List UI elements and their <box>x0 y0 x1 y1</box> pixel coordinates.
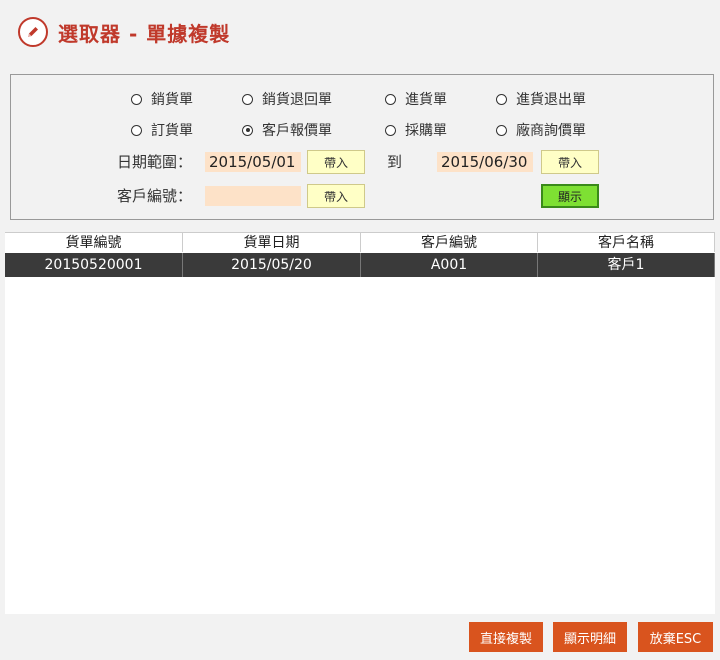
column-header[interactable]: 貨單編號 <box>5 232 183 252</box>
radio-circle-icon <box>242 93 253 105</box>
radio-circle-icon <box>496 124 507 136</box>
radio-checked-icon <box>242 124 253 136</box>
pencil-icon <box>18 17 48 47</box>
start-date-insert-button[interactable]: 帶入 <box>307 150 365 174</box>
radio-circle-icon <box>496 93 507 105</box>
radio-order[interactable]: 訂貨單 <box>131 120 193 140</box>
cell-customer-name: 客戶1 <box>538 253 715 277</box>
cell-customer-id: A001 <box>361 253 538 277</box>
show-details-button[interactable]: 顯示明細 <box>553 622 627 652</box>
column-header[interactable]: 客戶名稱 <box>538 232 715 252</box>
cancel-esc-button[interactable]: 放棄ESC <box>638 622 713 652</box>
radio-circle-icon <box>385 93 396 105</box>
show-button[interactable]: 顯示 <box>541 184 599 208</box>
cell-doc-number: 20150520001 <box>5 253 183 277</box>
cell-doc-date: 2015/05/20 <box>183 253 361 277</box>
radio-sales-order[interactable]: 銷貨單 <box>131 89 193 109</box>
radio-sales-return[interactable]: 銷貨退回單 <box>242 89 332 109</box>
radio-purchase[interactable]: 進貨單 <box>385 89 447 109</box>
end-date-insert-button[interactable]: 帶入 <box>541 150 599 174</box>
radio-circle-icon <box>131 93 142 105</box>
radio-procurement[interactable]: 採購單 <box>385 120 447 140</box>
radio-customer-quote[interactable]: 客戶報價單 <box>242 120 332 140</box>
radio-purchase-return[interactable]: 進貨退出單 <box>496 89 586 109</box>
page-title: 選取器 - 單據複製 <box>58 21 231 46</box>
radio-circle-icon <box>385 124 396 136</box>
customer-id-input[interactable] <box>205 186 301 206</box>
start-date-input[interactable]: 2015/05/01 <box>205 152 301 172</box>
filter-panel: 銷貨單 銷貨退回單 進貨單 進貨退出單 訂貨單 客戶報價單 採購單 廠商詢價單 … <box>10 74 714 220</box>
customer-insert-button[interactable]: 帶入 <box>307 184 365 208</box>
customer-id-label: 客戶編號： <box>117 187 193 205</box>
date-range-label: 日期範圍： <box>117 153 193 171</box>
column-header[interactable]: 貨單日期 <box>183 232 361 252</box>
column-header[interactable]: 客戶編號 <box>361 232 538 252</box>
to-label: 到 <box>387 153 403 171</box>
title-bar: 選取器 - 單據複製 <box>18 14 230 50</box>
results-table: 貨單編號 貨單日期 客戶編號 客戶名稱 20150520001 2015/05/… <box>5 232 715 614</box>
table-header: 貨單編號 貨單日期 客戶編號 客戶名稱 <box>5 232 715 252</box>
radio-circle-icon <box>131 124 142 136</box>
end-date-input[interactable]: 2015/06/30 <box>437 152 533 172</box>
direct-copy-button[interactable]: 直接複製 <box>469 622 543 652</box>
table-row[interactable]: 20150520001 2015/05/20 A001 客戶1 <box>5 252 715 277</box>
radio-vendor-inquiry[interactable]: 廠商詢價單 <box>496 120 586 140</box>
